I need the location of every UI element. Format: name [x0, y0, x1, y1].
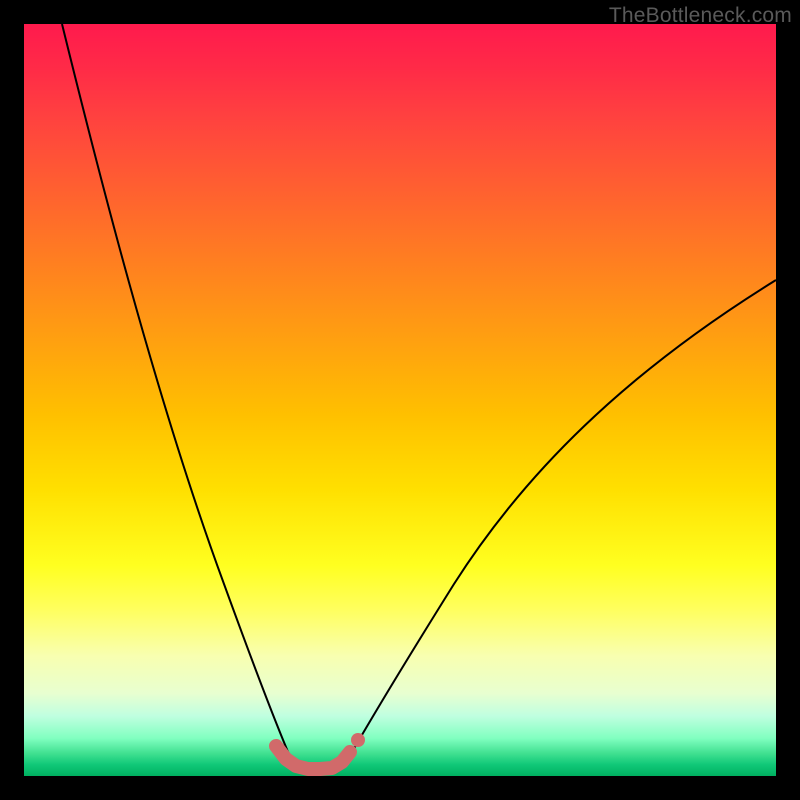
trough-end-dot: [351, 733, 365, 747]
trough-marker: [276, 746, 350, 769]
watermark-text: TheBottleneck.com: [609, 4, 792, 28]
plot-area: [24, 24, 776, 776]
bottleneck-curve: [24, 24, 776, 776]
curve-left-branch: [62, 24, 302, 769]
curve-right-branch: [348, 280, 776, 759]
